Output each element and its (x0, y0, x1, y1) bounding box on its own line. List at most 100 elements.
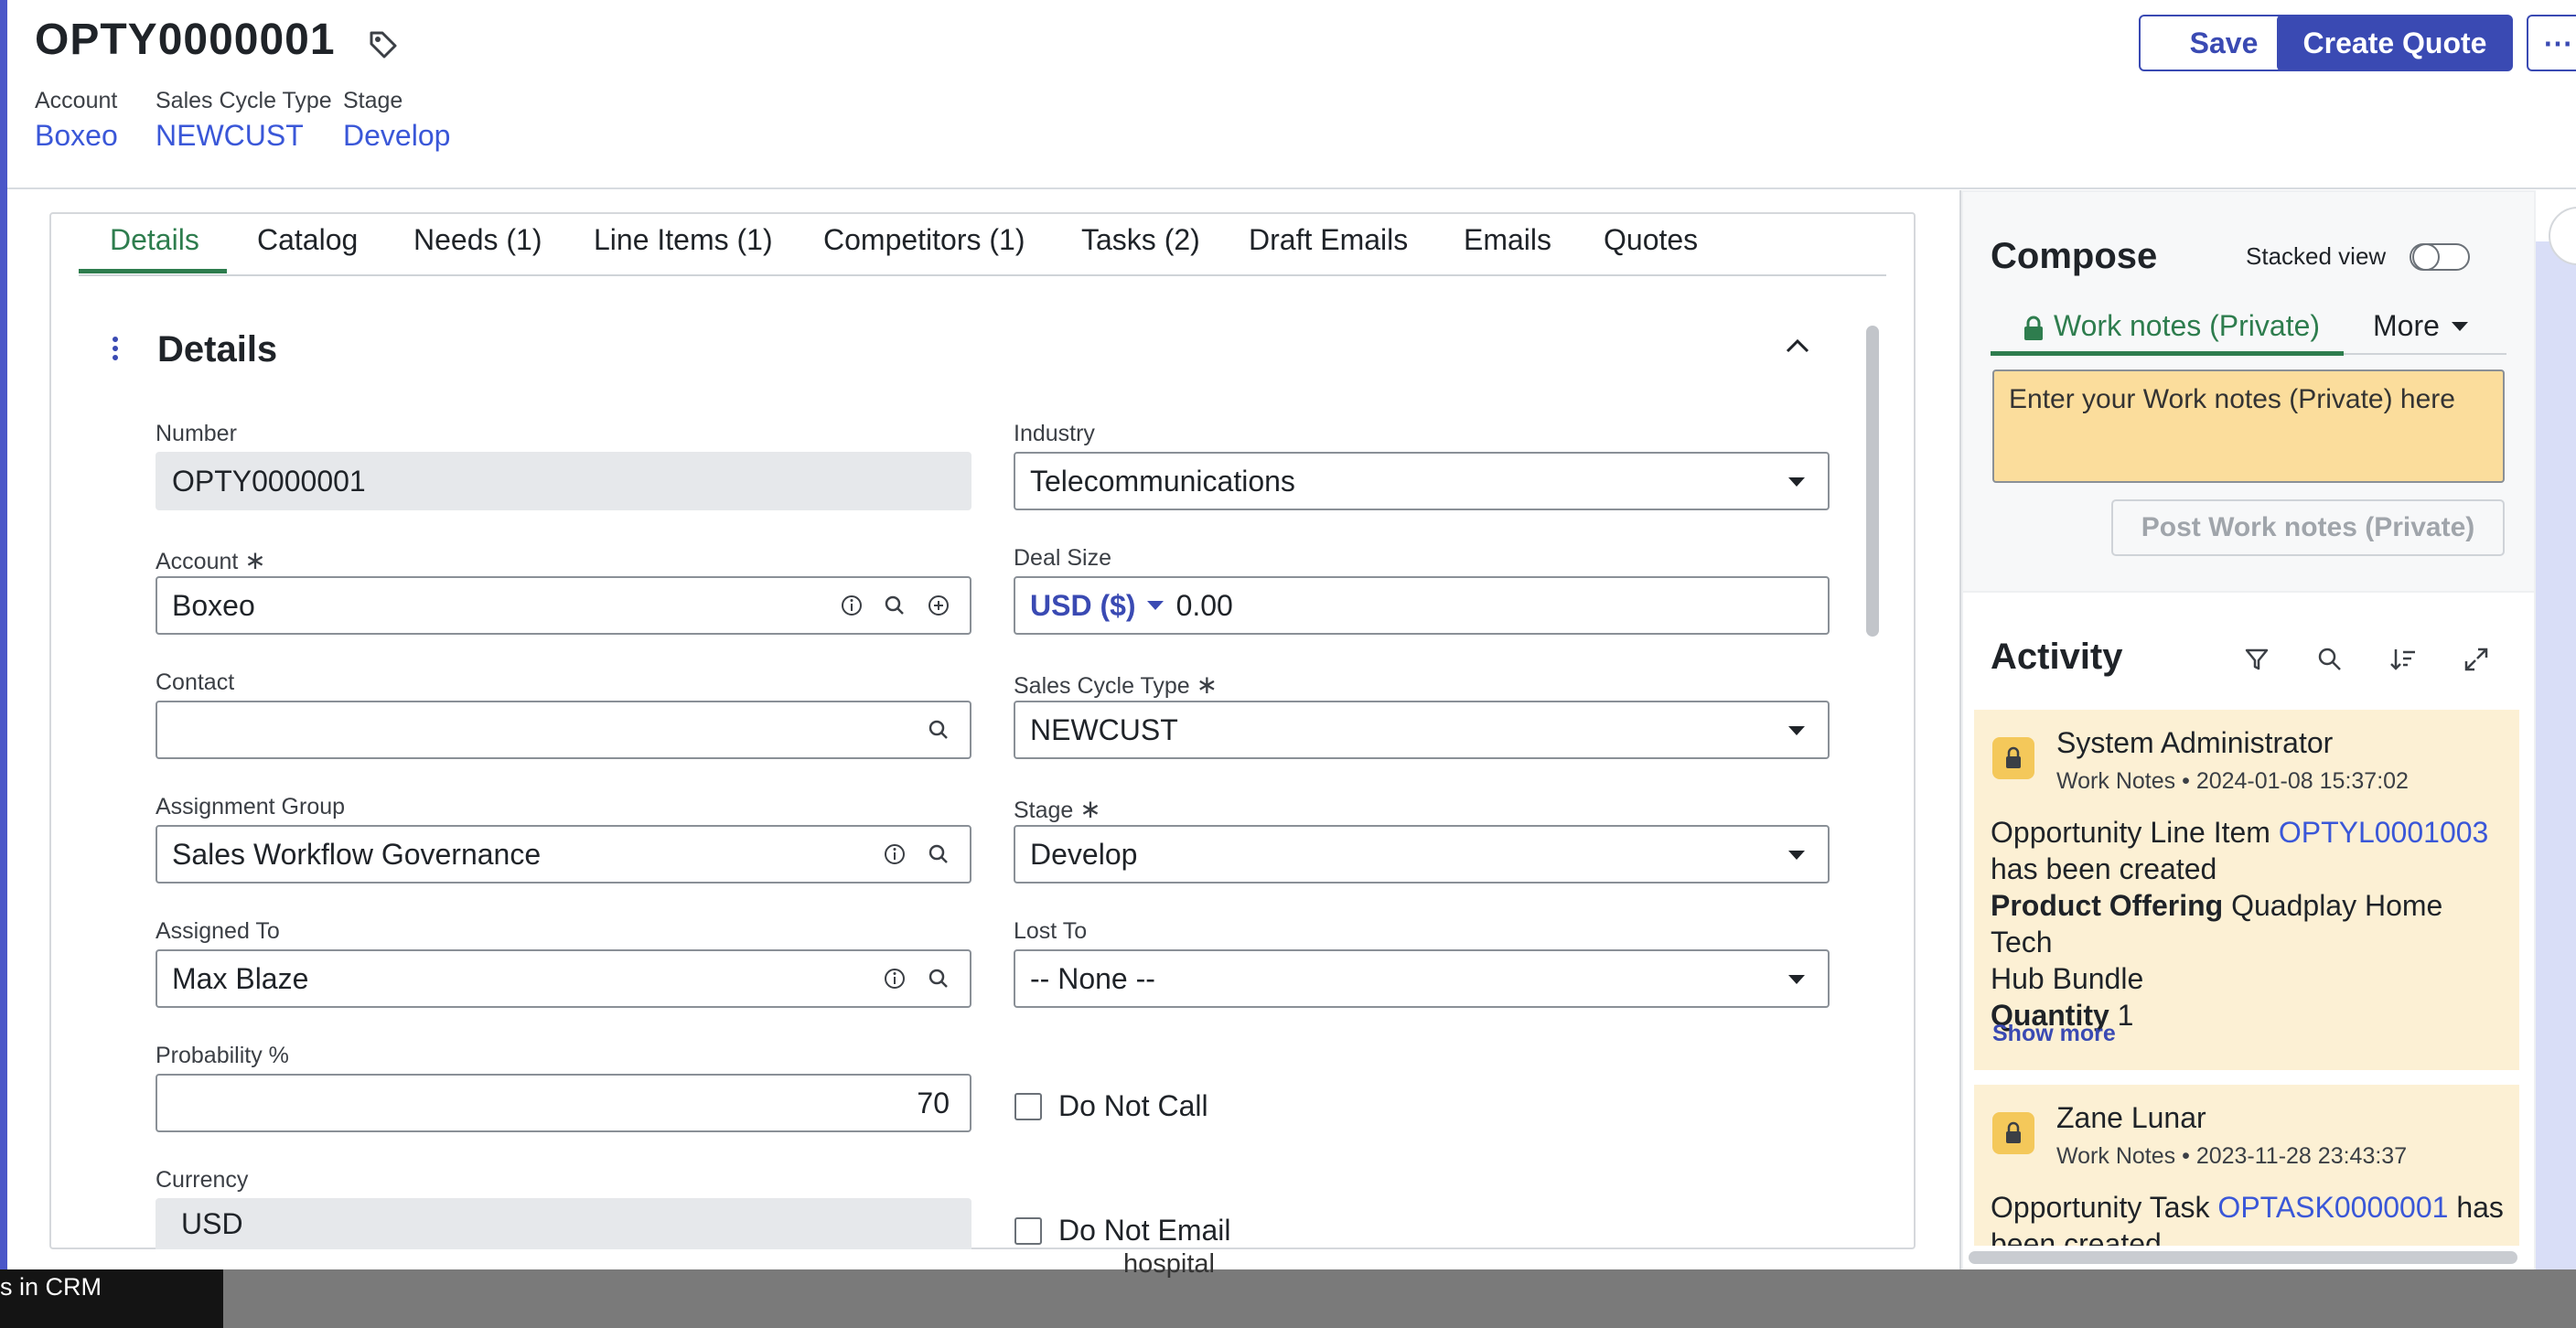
expand-icon[interactable] (2461, 644, 2492, 675)
activity-author: System Administrator (2056, 726, 2334, 759)
activity-meta: Work Notes • 2024-01-08 15:37:02 (2056, 768, 2409, 794)
deal-size-currency-select[interactable]: USD ($) (1030, 589, 1136, 623)
sales-cycle-type-label: Sales Cycle Type ∗ (1014, 670, 1218, 699)
header-cycle-label: Sales Cycle Type (156, 88, 332, 113)
page-title: OPTY0000001 (35, 16, 336, 64)
industry-select[interactable]: Telecommunications (1014, 452, 1830, 510)
lock-icon (1992, 1112, 2034, 1154)
chevron-down-icon (1788, 851, 1805, 860)
tab-more-label: More (2373, 309, 2440, 342)
more-actions-button[interactable]: ⋯ (2527, 15, 2576, 71)
required-icon: ∗ (244, 546, 266, 574)
active-compose-tab-indicator (1991, 351, 2344, 356)
assigned-to-value: Max Blaze (172, 961, 309, 995)
tab-needs[interactable]: Needs (1) (413, 223, 542, 257)
show-more-link[interactable]: Show more (1992, 1021, 2116, 1047)
compose-title: Compose (1991, 236, 2158, 276)
tag-icon[interactable] (364, 26, 401, 62)
tab-emails[interactable]: Emails (1464, 223, 1551, 257)
info-icon[interactable] (881, 965, 908, 992)
sort-icon[interactable] (2388, 644, 2419, 675)
lock-icon (2024, 316, 2043, 340)
activity-body: Opportunity Line Item OPTYL0001003 has b… (1991, 816, 2489, 1032)
tab-details[interactable]: Details (110, 223, 199, 257)
tab-line-items[interactable]: Line Items (1) (594, 223, 773, 257)
filter-icon[interactable] (2241, 644, 2272, 675)
chevron-down-icon (1788, 477, 1805, 487)
work-notes-textarea[interactable]: Enter your Work notes (Private) here (1992, 369, 2505, 483)
background-desktop (0, 1269, 2576, 1328)
industry-select-value: Telecommunications (1030, 464, 1295, 498)
info-icon[interactable] (838, 592, 865, 619)
sales-cycle-type-select[interactable]: NEWCUST (1014, 701, 1830, 759)
do-not-call-checkbox[interactable] (1014, 1093, 1042, 1120)
chevron-down-icon (1788, 975, 1805, 984)
search-icon[interactable] (881, 592, 908, 619)
tab-quotes[interactable]: Quotes (1604, 223, 1698, 257)
header-stage-label: Stage (343, 88, 403, 113)
activity-horizontal-scrollbar[interactable] (1969, 1251, 2517, 1264)
section-menu-icon[interactable] (108, 335, 123, 362)
number-field: OPTY0000001 (156, 452, 971, 510)
activity-record-link[interactable]: OPTYL0001003 (2279, 816, 2489, 849)
currency-label: Currency (156, 1167, 249, 1193)
section-title: Details (157, 329, 278, 369)
side-rail (2536, 190, 2576, 1269)
header-stage-value[interactable]: Develop (343, 119, 450, 153)
post-work-notes-button[interactable]: Post Work notes (Private) (2111, 499, 2505, 556)
do-not-email-label: Do Not Email (1058, 1214, 1231, 1247)
required-icon: ∗ (1196, 670, 1218, 699)
lost-to-select[interactable]: -- None -- (1014, 949, 1830, 1008)
tab-tasks[interactable]: Tasks (2) (1081, 223, 1200, 257)
header-account-label: Account (35, 88, 118, 113)
activity-body: Opportunity Task OPTASK0000001 has been … (1991, 1191, 2504, 1246)
search-icon[interactable] (925, 841, 952, 868)
search-icon[interactable] (925, 716, 952, 744)
probability-field[interactable]: 70 (156, 1074, 971, 1132)
do-not-email-checkbox[interactable] (1014, 1217, 1042, 1245)
number-label: Number (156, 421, 237, 446)
assignment-group-label: Assignment Group (156, 794, 346, 819)
activity-record-link[interactable]: OPTASK0000001 (2217, 1191, 2448, 1224)
contact-field[interactable] (156, 701, 971, 759)
industry-label: Industry (1014, 421, 1095, 446)
tab-draft-emails[interactable]: Draft Emails (1249, 223, 1408, 257)
stage-select[interactable]: Develop (1014, 825, 1830, 884)
assigned-to-label: Assigned To (156, 918, 280, 944)
stage-select-value: Develop (1030, 837, 1138, 871)
assignment-group-field[interactable]: Sales Workflow Governance (156, 825, 971, 884)
add-icon[interactable] (925, 592, 952, 619)
tab-catalog[interactable]: Catalog (257, 223, 358, 257)
tab-competitors[interactable]: Competitors (1) (823, 223, 1025, 257)
form-scrollbar-thumb[interactable] (1866, 326, 1879, 637)
chevron-up-icon[interactable] (1782, 333, 1813, 360)
stacked-view-label: Stacked view (2246, 242, 2387, 270)
stage-label: Stage ∗ (1014, 795, 1101, 823)
info-icon[interactable] (881, 841, 908, 868)
lost-to-label: Lost To (1014, 918, 1088, 944)
active-tab-indicator (79, 269, 227, 273)
tab-work-notes[interactable]: Work notes (Private) (2054, 309, 2320, 343)
create-quote-button[interactable]: Create Quote (2277, 15, 2513, 71)
assignment-group-value: Sales Workflow Governance (172, 837, 542, 871)
deal-size-field[interactable]: USD ($) 0.00 (1014, 576, 1830, 635)
currency-field: USD (156, 1198, 971, 1249)
account-field-value: Boxeo (172, 588, 255, 622)
taskbar-item-label: s in CRM (0, 1273, 102, 1301)
tab-more[interactable]: More (2373, 309, 2440, 343)
sales-cycle-type-value: NEWCUST (1030, 712, 1178, 746)
probability-label: Probability % (156, 1043, 289, 1068)
header-account-link[interactable]: Boxeo (35, 119, 118, 153)
search-icon[interactable] (925, 965, 952, 992)
header-cycle-value[interactable]: NEWCUST (156, 119, 304, 153)
chevron-down-icon (2452, 322, 2468, 331)
required-icon: ∗ (1079, 795, 1101, 823)
activity-author: Zane Lunar (2056, 1101, 2206, 1134)
chevron-down-icon (1146, 601, 1164, 610)
assigned-to-field[interactable]: Max Blaze (156, 949, 971, 1008)
background-text: hospital (1123, 1249, 1215, 1279)
deal-size-value: 0.00 (1175, 588, 1233, 622)
do-not-call-label: Do Not Call (1058, 1089, 1208, 1122)
chevron-down-icon (1788, 726, 1805, 735)
search-icon[interactable] (2314, 644, 2345, 675)
